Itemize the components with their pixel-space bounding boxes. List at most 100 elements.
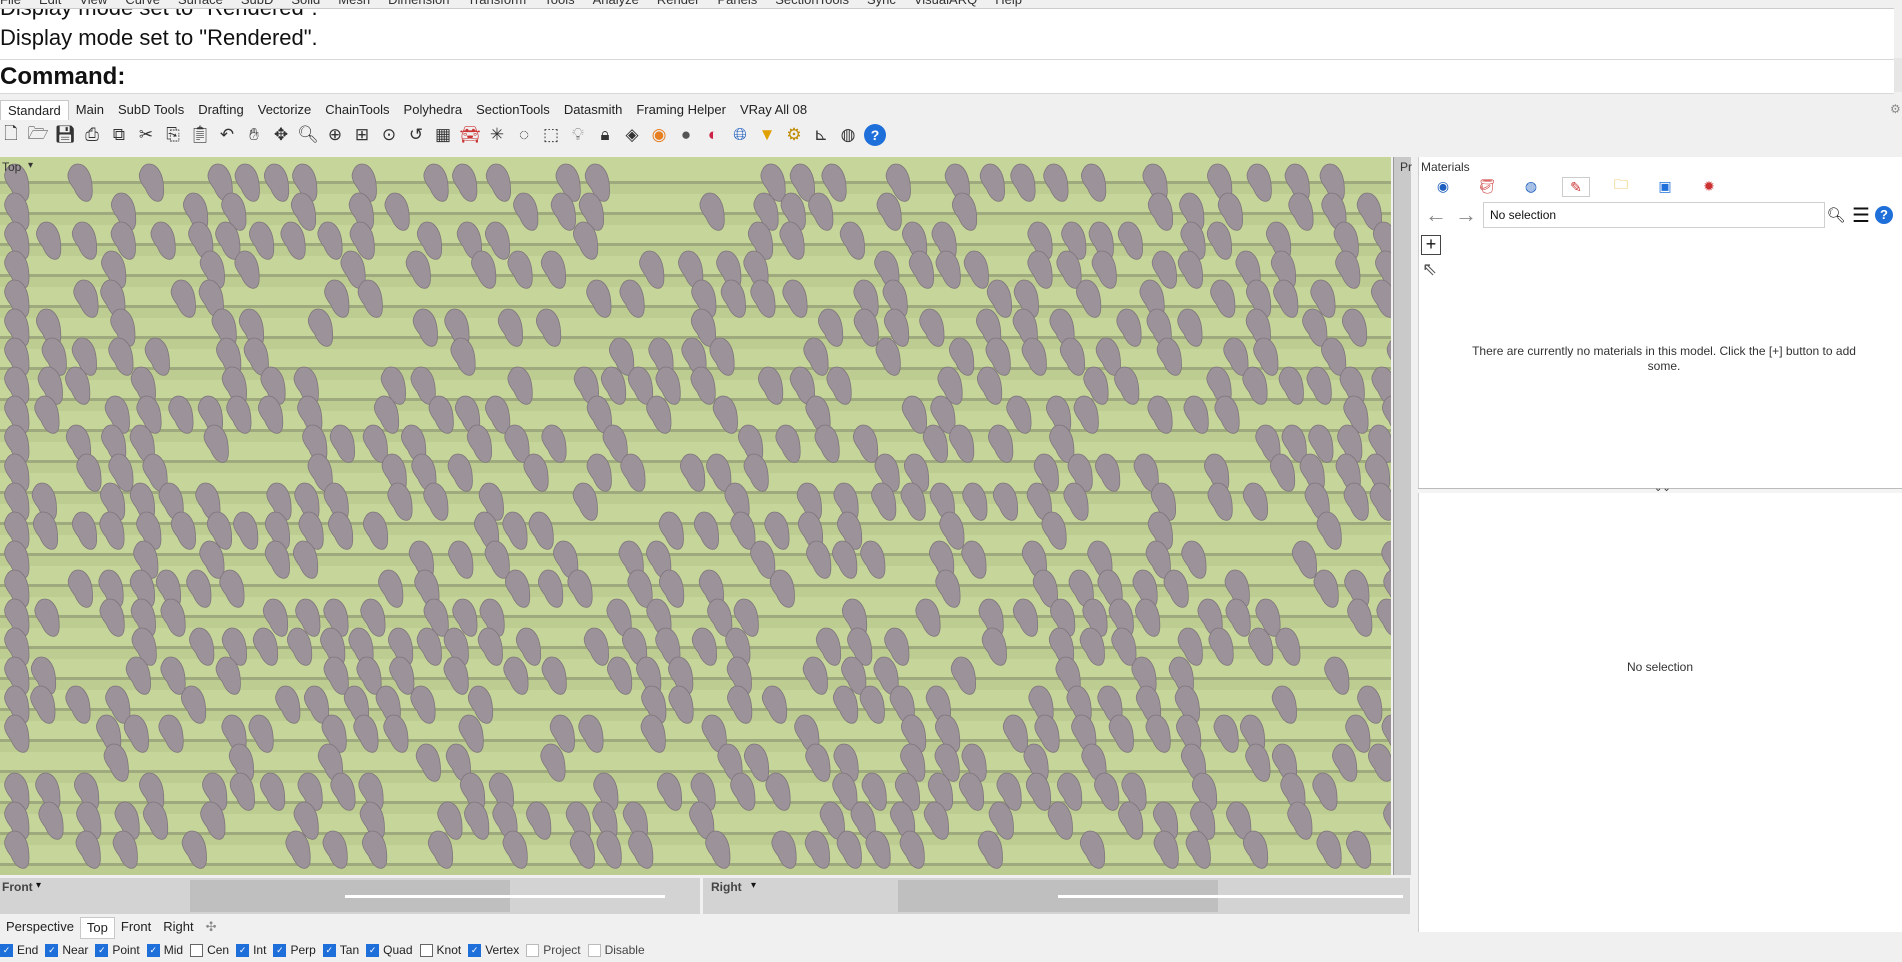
osnap-perp[interactable]: ✓ Perp [273, 943, 316, 957]
zoom-window-icon[interactable]: ⊕ [324, 124, 346, 146]
osnap-point[interactable]: ✓ Point [95, 943, 140, 957]
help-icon[interactable]: ? [864, 124, 886, 146]
menu-item[interactable]: SectionTools [775, 0, 849, 7]
layer-icon[interactable]: ◈ [621, 124, 643, 146]
osnap-int[interactable]: ✓ Int [236, 943, 266, 957]
front-viewport-arrow-icon[interactable]: ▾ [36, 880, 41, 891]
copy-icon[interactable]: ⎘ [162, 124, 184, 146]
checkbox-icon[interactable]: ✓ [146, 943, 160, 957]
image-icon[interactable]: ▣ [1652, 177, 1678, 195]
toolbar-tab[interactable]: Drafting [191, 100, 251, 120]
undo-icon[interactable]: ↶ [216, 124, 238, 146]
right-viewport-mini[interactable]: Right ▾ [703, 878, 1410, 914]
print-icon[interactable]: ⎙ [81, 124, 103, 146]
add-material-button[interactable]: + [1421, 235, 1441, 255]
checkbox-icon[interactable]: ✓ [468, 943, 482, 957]
menu-item[interactable]: Analyze [593, 0, 639, 7]
menu-item[interactable]: Solid [291, 0, 320, 7]
cut-icon[interactable]: ✂ [135, 124, 157, 146]
top-viewport[interactable] [0, 157, 1391, 875]
osnap-vertex[interactable]: ✓ Vertex [468, 943, 519, 957]
toolbar-tab[interactable]: Framing Helper [629, 100, 733, 120]
menu-item[interactable]: View [79, 0, 107, 7]
osnap-quad[interactable]: ✓ Quad [366, 943, 413, 957]
folder-icon[interactable]: 🗀 [1608, 176, 1634, 195]
checkbox-icon[interactable]: ✓ [322, 943, 336, 957]
right-viewport-arrow-icon[interactable]: ▾ [751, 880, 756, 891]
viewport-menu-arrow-icon[interactable]: ▾ [28, 160, 33, 171]
viewport-tab[interactable]: Perspective [0, 917, 80, 939]
back-arrow-icon[interactable]: ← [1421, 202, 1451, 228]
undo-view-icon[interactable]: ↺ [405, 124, 427, 146]
paste-icon[interactable]: 📋︎ [189, 124, 211, 146]
osnap-cen[interactable]: Cen [190, 943, 229, 957]
menu-item[interactable]: Edit [39, 0, 61, 7]
dims-icon[interactable]: ⊾ [810, 124, 832, 146]
sphere-icon[interactable]: ● [675, 124, 697, 146]
viewport-tab[interactable]: Top [79, 917, 115, 939]
toolbar-tab[interactable]: VRay All 08 [733, 100, 814, 120]
lock-icon[interactable]: 🔒︎ [594, 124, 616, 146]
import-icon[interactable]: ⧉ [108, 124, 130, 146]
osnap-near[interactable]: ✓ Near [45, 943, 88, 957]
checkbox-icon[interactable] [587, 943, 601, 957]
help-icon[interactable]: ? [1875, 206, 1893, 224]
sun-icon[interactable]: ✹ [1696, 177, 1722, 195]
render-sphere-icon[interactable]: ◉ [1430, 177, 1456, 195]
material-icon[interactable]: ◐ [702, 124, 724, 146]
osnap-disable[interactable]: Disable [587, 943, 645, 957]
collapsed-panel-label[interactable]: Pr [1400, 160, 1412, 174]
add-viewport-icon[interactable]: ✣ [200, 917, 223, 939]
environment-icon[interactable]: ◍ [1518, 177, 1544, 195]
menu-item[interactable]: Dimension [388, 0, 449, 7]
globe-icon[interactable]: 🌐︎ [729, 124, 751, 146]
osnap-tan[interactable]: ✓ Tan [322, 943, 359, 957]
menu-item[interactable]: SubD [241, 0, 274, 7]
osnap-mid[interactable]: ✓ Mid [146, 943, 183, 957]
shapes-icon[interactable]: ⬚ [540, 124, 562, 146]
menu-item[interactable]: Render [657, 0, 700, 7]
paint-bucket-icon[interactable]: 🪣︎ [1474, 177, 1500, 195]
osnap-end[interactable]: ✓ End [0, 943, 38, 957]
toolbar-tab[interactable]: Standard [0, 100, 69, 120]
checkbox-icon[interactable] [190, 943, 204, 957]
toolbar-tab[interactable]: Main [69, 100, 111, 120]
snap-icon[interactable]: ✳ [486, 124, 508, 146]
light-icon[interactable]: 💡︎ [567, 124, 589, 146]
grid-icon[interactable]: ▦ [432, 124, 454, 146]
zoom-selected-icon[interactable]: ⊙ [378, 124, 400, 146]
gear-icon[interactable]: ⚙ [783, 124, 805, 146]
menu-item[interactable]: File [0, 0, 21, 7]
materials-brush-icon[interactable]: ✎ [1562, 177, 1590, 197]
forward-arrow-icon[interactable]: → [1451, 202, 1481, 228]
checkbox-icon[interactable]: ✓ [0, 943, 13, 957]
right-viewport-label[interactable]: Right [711, 880, 742, 894]
toolbar-tab[interactable]: SubD Tools [111, 100, 191, 120]
checkbox-icon[interactable]: ✓ [95, 943, 109, 957]
front-viewport-label[interactable]: Front [2, 880, 33, 894]
car-icon[interactable]: 🚘︎ [459, 124, 481, 146]
menu-item[interactable]: Curve [125, 0, 160, 7]
open-icon[interactable]: 🗁 [27, 124, 49, 146]
command-line[interactable]: Command: [0, 59, 1894, 94]
selection-field[interactable]: No selection [1483, 202, 1825, 228]
menu-item[interactable]: Transform [467, 0, 526, 7]
new-icon[interactable]: 🗋 [0, 124, 22, 146]
zoom-extents-icon[interactable]: ⊞ [351, 124, 373, 146]
hamburger-menu-icon[interactable]: ☰ [1847, 203, 1875, 228]
menu-item[interactable]: Surface [178, 0, 223, 7]
toolbar-tab[interactable]: Polyhedra [397, 100, 470, 120]
menu-item[interactable]: Panels [717, 0, 757, 7]
viewport-tab[interactable]: Right [157, 917, 199, 939]
toolbar-tab[interactable]: SectionTools [469, 100, 557, 120]
save-icon[interactable]: 💾︎ [54, 124, 76, 146]
filter-icon[interactable]: ▼ [756, 124, 778, 146]
front-viewport-mini[interactable]: Front ▾ [0, 878, 700, 914]
menu-item[interactable]: Tools [544, 0, 574, 7]
checkbox-icon[interactable] [419, 943, 433, 957]
panel-collapse-strip[interactable] [1393, 157, 1411, 875]
checkbox-icon[interactable] [526, 943, 540, 957]
toolbar-tab[interactable]: ChainTools [318, 100, 396, 120]
toolbar-tab[interactable]: Datasmith [557, 100, 630, 120]
checkbox-icon[interactable]: ✓ [236, 943, 250, 957]
